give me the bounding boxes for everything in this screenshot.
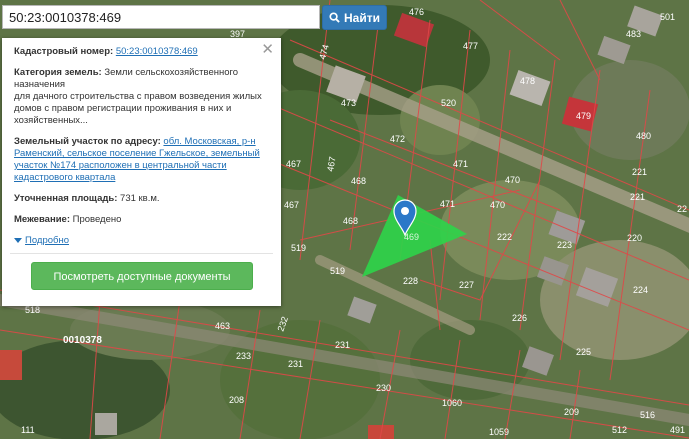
svg-text:22: 22 xyxy=(677,204,687,214)
svg-text:1059: 1059 xyxy=(489,427,509,437)
svg-text:471: 471 xyxy=(440,199,455,209)
svg-text:483: 483 xyxy=(626,29,641,39)
boundary-value: Проведено xyxy=(72,214,122,225)
svg-text:230: 230 xyxy=(376,383,391,393)
address-label: Земельный участок по адресу: xyxy=(14,136,161,147)
close-icon[interactable]: ✕ xyxy=(261,42,274,57)
svg-text:224: 224 xyxy=(633,285,648,295)
svg-text:111: 111 xyxy=(21,425,35,435)
parcel-info-panel: ✕ Кадастровый номер: 50:23:0010378:469 К… xyxy=(2,38,281,306)
cadastral-row: Кадастровый номер: 50:23:0010378:469 xyxy=(14,46,269,58)
more-details-label: Подробно xyxy=(25,234,69,246)
svg-text:470: 470 xyxy=(490,200,505,210)
svg-text:476: 476 xyxy=(409,7,424,17)
svg-text:1060: 1060 xyxy=(442,398,462,408)
svg-text:477: 477 xyxy=(463,41,478,51)
svg-text:519: 519 xyxy=(330,266,345,276)
svg-text:468: 468 xyxy=(343,216,358,226)
svg-text:221: 221 xyxy=(630,192,645,202)
svg-text:518: 518 xyxy=(25,305,40,315)
area-label: Уточненная площадь: xyxy=(14,193,118,204)
cadastral-label: Кадастровый номер: xyxy=(14,46,114,57)
boundary-row: Межевание: Проведено xyxy=(14,214,269,226)
svg-text:226: 226 xyxy=(512,313,527,323)
svg-text:221: 221 xyxy=(632,167,647,177)
svg-text:231: 231 xyxy=(335,340,350,350)
svg-text:520: 520 xyxy=(441,98,456,108)
svg-text:231: 231 xyxy=(288,359,303,369)
find-button-label: Найти xyxy=(344,10,380,25)
more-details-link[interactable]: Подробно xyxy=(14,235,69,247)
svg-text:519: 519 xyxy=(291,243,306,253)
svg-text:220: 220 xyxy=(627,233,642,243)
svg-text:208: 208 xyxy=(229,395,244,405)
category-row: Категория земель: Земли сельскохозяйстве… xyxy=(14,67,269,127)
boundary-label: Межевание: xyxy=(14,214,70,225)
chevron-down-icon xyxy=(14,238,22,243)
address-row: Земельный участок по адресу: обл. Москов… xyxy=(14,136,269,184)
quarter-label: 0010378 xyxy=(63,335,102,346)
svg-text:468: 468 xyxy=(351,176,366,186)
divider xyxy=(10,253,273,254)
svg-text:471: 471 xyxy=(453,159,468,169)
svg-text:209: 209 xyxy=(564,407,579,417)
search-input[interactable] xyxy=(2,5,320,29)
category-label: Категория земель: xyxy=(14,67,102,78)
svg-text:228: 228 xyxy=(403,276,418,286)
find-button[interactable]: Найти xyxy=(322,5,387,30)
category-detail: для дачного строительства с правом возве… xyxy=(14,91,262,126)
svg-text:470: 470 xyxy=(505,175,520,185)
area-value: 731 кв.м. xyxy=(120,193,160,204)
svg-text:472: 472 xyxy=(390,134,405,144)
svg-text:516: 516 xyxy=(640,410,655,420)
svg-text:223: 223 xyxy=(557,240,572,250)
svg-text:501: 501 xyxy=(660,12,675,22)
svg-text:467: 467 xyxy=(286,159,301,169)
svg-text:467: 467 xyxy=(284,200,299,210)
svg-text:478: 478 xyxy=(520,76,535,86)
cadastral-link[interactable]: 50:23:0010378:469 xyxy=(116,46,198,57)
view-documents-button[interactable]: Посмотреть доступные документы xyxy=(31,262,253,290)
svg-text:479: 479 xyxy=(576,111,591,121)
svg-text:222: 222 xyxy=(497,232,512,242)
search-icon xyxy=(329,12,340,23)
svg-text:480: 480 xyxy=(636,131,651,141)
svg-text:463: 463 xyxy=(215,321,230,331)
svg-text:491: 491 xyxy=(670,425,685,435)
svg-text:473: 473 xyxy=(341,98,356,108)
area-row: Уточненная площадь: 731 кв.м. xyxy=(14,193,269,205)
svg-text:512: 512 xyxy=(612,425,627,435)
svg-text:227: 227 xyxy=(459,280,474,290)
svg-text:225: 225 xyxy=(576,347,591,357)
svg-text:233: 233 xyxy=(236,351,251,361)
